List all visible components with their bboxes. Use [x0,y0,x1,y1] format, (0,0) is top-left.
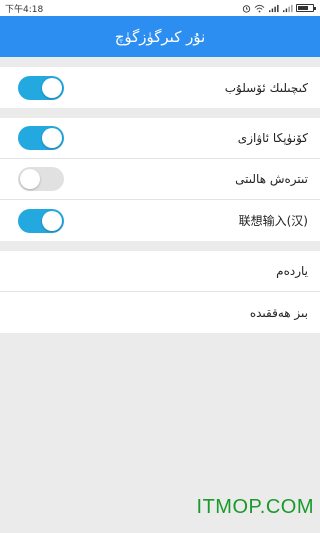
key-sound-toggle[interactable] [18,126,64,150]
setting-row-chinese-prediction[interactable]: 联想输入(汉) [0,200,320,241]
setting-row-vibration[interactable]: تىترەش ھالىتى [0,159,320,200]
settings-group-info: ياردەم بىز ھەققىدە [0,251,320,333]
menu-item-label: بىز ھەققىدە [249,305,308,320]
toggle-knob [20,169,40,189]
setting-label: كۆنۈپكا ئاۋازى [237,131,308,145]
signal-icon [268,4,279,13]
chinese-prediction-toggle[interactable] [18,208,64,233]
setting-label: تىترەش ھالىتى [235,172,308,186]
keyboard-style-toggle[interactable] [18,75,64,100]
setting-label: 联想输入(汉) [238,214,308,228]
wifi-icon [254,4,265,13]
setting-label: كىچىلىك ئۆسلۇب [224,80,308,95]
toggle-knob [42,128,62,148]
status-time: 下午4:18 [5,4,44,15]
vibration-toggle[interactable] [18,167,64,191]
alarm-icon [242,4,251,13]
status-icons [242,4,316,13]
menu-item-label: ياردەم [276,264,308,278]
menu-item-help[interactable]: ياردەم [0,251,320,292]
signal-icon [282,4,293,13]
app-title: نۇر كىرگۈزگۈچ [114,27,206,46]
settings-group-style: كىچىلىك ئۆسلۇب [0,67,320,108]
setting-row-key-sound[interactable]: كۆنۈپكا ئاۋازى [0,118,320,159]
watermark: ITMOP.COM [196,496,314,518]
setting-row-keyboard-style[interactable]: كىچىلىك ئۆسلۇب [0,67,320,108]
toggle-knob [42,77,62,98]
settings-group-feedback: كۆنۈپكا ئاۋازى تىترەش ھالىتى 联想输入(汉) [0,118,320,241]
battery-icon [296,4,316,12]
app-bar: نۇر كىرگۈزگۈچ [0,16,320,57]
menu-item-about[interactable]: بىز ھەققىدە [0,292,320,333]
status-bar: 下午4:18 [0,0,320,16]
toggle-knob [42,210,62,231]
